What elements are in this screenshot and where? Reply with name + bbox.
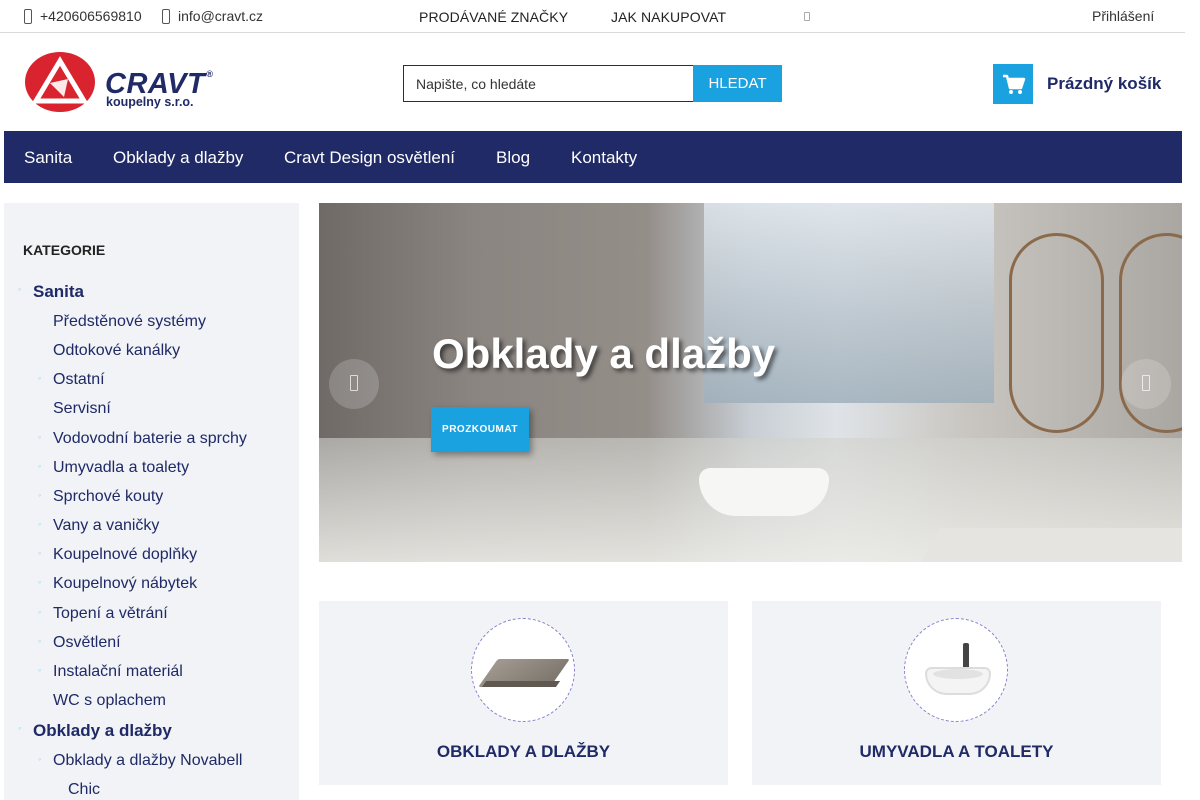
search-input[interactable] (403, 65, 693, 102)
bullet-icon: ◦ (38, 636, 42, 646)
bullet-icon: ◦ (38, 607, 42, 617)
sidebar-item-nabytek[interactable]: ◦ Koupelnový nábytek (38, 575, 197, 593)
tile-label[interactable]: UMYVADLA A TOALETY (752, 742, 1161, 762)
logo[interactable]: CRAVT® koupelny s.r.o. (24, 51, 224, 113)
tile-faucet (963, 643, 969, 669)
bullet-icon: ◦ (38, 461, 42, 471)
slide-title: Obklady a dlažby (432, 330, 776, 377)
tile-slab-edge (481, 681, 561, 687)
sidebar-item-chic[interactable]: Chic (68, 781, 100, 799)
bullet-icon: ◦ (38, 490, 42, 500)
main-nav-obklady[interactable]: Obklady a dlažby (113, 148, 243, 168)
email-link[interactable]: info@cravt.cz (162, 8, 263, 24)
hero-image-counter (917, 528, 1182, 562)
tile-image-tile-slab (471, 618, 575, 722)
top-bar: +420606569810 info@cravt.cz PRODÁVANÉ ZN… (0, 0, 1185, 33)
sidebar-item-novabell[interactable]: ◦ Obklady a dlažby Novabell (38, 752, 242, 770)
sidebar-item-umyvadla[interactable]: ◦ Umyvadla a toalety (38, 459, 189, 477)
nav-brands[interactable]: PRODÁVANÉ ZNAČKY (419, 9, 568, 25)
sidebar-item-odtokove[interactable]: Odtokové kanálky (53, 342, 180, 360)
bullet-icon: ◦ (38, 754, 42, 764)
nav-how-to-buy[interactable]: JAK NAKUPOVAT (611, 9, 726, 25)
logo-emblem-icon (25, 52, 95, 112)
cart-label[interactable]: Prázdný košík (1047, 74, 1161, 94)
chevron-right-icon (1142, 375, 1150, 391)
phone-number: +420606569810 (40, 8, 142, 24)
more-menu-icon[interactable] (804, 12, 810, 21)
search-form: HLEDAT (403, 65, 782, 102)
sidebar-item-sprchove-kouty[interactable]: ◦ Sprchové kouty (38, 488, 163, 506)
bullet-icon: ◦ (38, 432, 42, 442)
sidebar-item-vany[interactable]: ◦ Vany a vaničky (38, 517, 159, 535)
tile-basin-inner (933, 669, 983, 679)
sidebar-item-servisni[interactable]: Servisní (53, 400, 111, 418)
sidebar-item-topeni[interactable]: ◦ Topení a větrání (38, 605, 168, 623)
category-tile-obklady[interactable]: OBKLADY A DLAŽBY (319, 601, 728, 785)
category-tile-umyvadla[interactable]: UMYVADLA A TOALETY (752, 601, 1161, 785)
main-nav-blog[interactable]: Blog (496, 148, 530, 168)
hero-image-bathtub (699, 468, 829, 516)
sidebar-item-instalacni[interactable]: ◦ Instalační materiál (38, 663, 183, 681)
slider-next-button[interactable] (1121, 359, 1171, 409)
sidebar-item-wc-oplach[interactable]: WC s oplachem (53, 692, 166, 710)
tile-label[interactable]: OBKLADY A DLAŽBY (319, 742, 728, 762)
sidebar-item-baterie[interactable]: ◦ Vodovodní baterie a sprchy (38, 430, 247, 448)
slider-prev-button[interactable] (329, 359, 379, 409)
sidebar-item-ostatni[interactable]: ◦ Ostatní (38, 371, 105, 389)
search-button[interactable]: HLEDAT (693, 65, 782, 102)
bullet-icon: ◦ (18, 723, 22, 733)
phone-link[interactable]: +420606569810 (24, 8, 142, 24)
bullet-icon: ◦ (38, 373, 42, 383)
cart-button[interactable] (993, 64, 1033, 104)
sidebar-heading: KATEGORIE (23, 242, 106, 258)
bullet-icon: ◦ (38, 548, 42, 558)
main-nav-sanita[interactable]: Sanita (24, 148, 72, 168)
category-sidebar: KATEGORIE ◦ Sanita Předstěnové systémy Od… (4, 203, 299, 800)
bullet-icon: ◦ (38, 519, 42, 529)
main-nav: Sanita Obklady a dlažby Cravt Design osv… (4, 131, 1182, 183)
logo-subtitle: koupelny s.r.o. (106, 95, 194, 109)
envelope-icon (162, 9, 170, 24)
chevron-left-icon (350, 375, 358, 391)
login-link[interactable]: Přihlášení (1092, 8, 1154, 24)
bullet-icon: ◦ (38, 665, 42, 675)
main-nav-osvetleni[interactable]: Cravt Design osvětlení (284, 148, 455, 168)
phone-icon (24, 9, 32, 24)
sidebar-item-osvetleni[interactable]: ◦ Osvětlení (38, 634, 121, 652)
hero-slider: Obklady a dlažby PROZKOUMAT (319, 203, 1182, 562)
email-address: info@cravt.cz (178, 8, 264, 24)
tile-image-washbasin (904, 618, 1008, 722)
slide-cta-button[interactable]: PROZKOUMAT (431, 407, 529, 452)
main-nav-kontakty[interactable]: Kontakty (571, 148, 637, 168)
sidebar-item-predstenove[interactable]: Předstěnové systémy (53, 313, 206, 331)
cart[interactable]: Prázdný košík (993, 64, 1168, 104)
bullet-icon: ◦ (18, 284, 22, 294)
cart-icon (1003, 74, 1026, 94)
sidebar-item-obklady[interactable]: ◦ Obklady a dlažby (18, 721, 172, 741)
bullet-icon: ◦ (38, 577, 42, 587)
hero-image-mirror (1009, 233, 1104, 433)
sidebar-item-doplnky[interactable]: ◦ Koupelnové doplňky (38, 546, 197, 564)
sidebar-item-sanita[interactable]: ◦ Sanita (18, 282, 84, 302)
